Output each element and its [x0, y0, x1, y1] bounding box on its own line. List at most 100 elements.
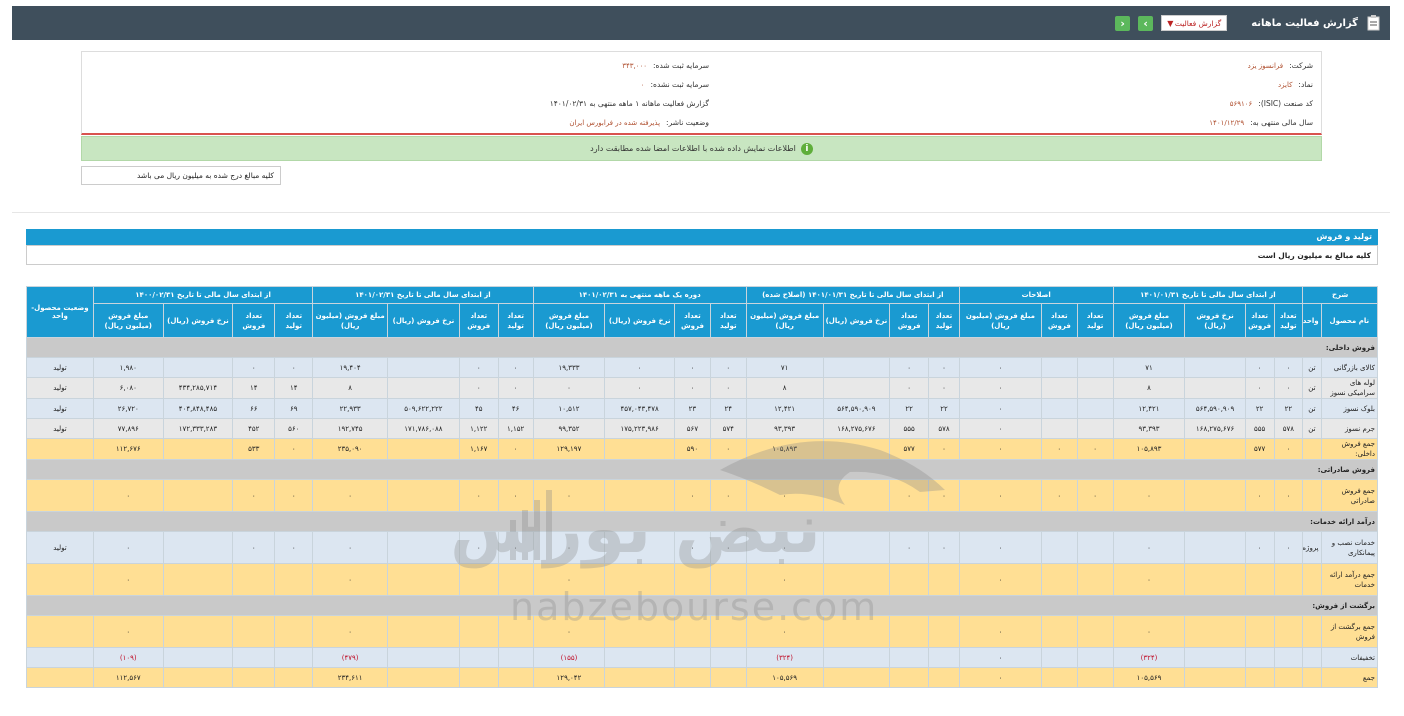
table-cell: ۰ [532, 531, 606, 564]
column-header: مبلغ فروش (میلیون ریال) [92, 303, 164, 338]
table-cell [604, 563, 676, 596]
table-cell [1184, 377, 1246, 399]
info-isic: کد صنعت (ISIC): ۵۶۹۱۰۶ [1229, 99, 1313, 108]
table-cell [1184, 531, 1246, 564]
table-cell: ۰ [274, 438, 314, 460]
table-cell [387, 438, 460, 460]
table-cell [822, 615, 891, 648]
table-cell: ۰ [312, 563, 389, 596]
table-cell [1076, 377, 1114, 399]
alert-text: اطلاعات نمایش داده شده با اطلاعات امضا ش… [590, 144, 796, 153]
table-cell [709, 563, 747, 596]
column-header: مبلغ فروش (میلیون ریال) [532, 303, 606, 338]
table-cell: ۱۱۲,۶۷۶ [92, 438, 164, 460]
table-cell [1076, 667, 1114, 688]
table-cell: ۰ [928, 438, 960, 460]
table-cell [1244, 647, 1275, 668]
column-header: تعداد فروش [458, 303, 499, 338]
table-cell: ۲۲ [1273, 398, 1304, 419]
product-name-cell: خدمات نصب و پیمانکاری [1320, 531, 1379, 564]
table-cell: ۰ [709, 479, 747, 512]
table-cell [1076, 647, 1114, 668]
table-cell [1184, 615, 1246, 648]
table-cell: ۶۶ [232, 398, 276, 419]
table-cell [458, 667, 499, 688]
table-cell: تولید [26, 357, 94, 378]
next-button[interactable]: › [1138, 15, 1154, 31]
column-header: مبلغ فروش (میلیون ریال) [745, 303, 824, 338]
table-cell: ۹۳,۳۹۳ [745, 418, 824, 439]
column-header: تعداد تولید [928, 303, 960, 338]
table-cell: ۰ [674, 531, 711, 564]
table-cell: ۲۲,۹۳۳ [312, 398, 389, 419]
table-cell: ۰ [1040, 438, 1078, 460]
product-name-cell: لوله های سرامیکی نسوز [1320, 377, 1379, 399]
table-cell: ۰ [92, 615, 164, 648]
table-cell: ۱۱۲,۵۶۷ [92, 667, 164, 688]
table-cell [1244, 563, 1275, 596]
table-cell: ۰ [1076, 438, 1114, 460]
product-name-cell: بلوک نسوز [1320, 398, 1379, 419]
table-cell [274, 667, 314, 688]
table-cell [162, 479, 234, 512]
table-cell: ۰ [958, 418, 1042, 439]
table-cell: ۲۴ [709, 398, 747, 419]
table-cell: ۱,۱۵۲ [497, 418, 534, 439]
table-cell: ۰ [1040, 479, 1078, 512]
table-cell: ۶۹ [274, 398, 314, 419]
table-cell: ۰ [709, 531, 747, 564]
table-cell: ۰ [232, 479, 276, 512]
group-header: از ابتدای سال مالی تا تاریخ ۱۴۰۰/۰۲/۳۱ [92, 286, 314, 304]
table-cell [1244, 667, 1275, 688]
table-cell: ۰ [92, 479, 164, 512]
table-cell: ۰ [458, 357, 499, 378]
table-cell [889, 615, 930, 648]
table-cell [387, 647, 460, 668]
table-cell [274, 563, 314, 596]
table-cell [162, 667, 234, 688]
product-name-cell: جمع برگشت از فروش [1320, 615, 1379, 648]
table-cell: ۱۰,۵۱۲ [532, 398, 606, 419]
table-cell: ۰ [1112, 479, 1186, 512]
table-cell: ۱۹,۳۳۳ [532, 357, 606, 378]
table-cell [674, 615, 711, 648]
table-cell [387, 531, 460, 564]
table-cell [387, 667, 460, 688]
table-cell [928, 563, 960, 596]
table-cell: ۱۲۹,۱۹۷ [532, 438, 606, 460]
table-cell: ۰ [497, 479, 534, 512]
product-name-cell: جمع فروش صادراتی [1320, 479, 1379, 512]
table-cell [26, 647, 94, 668]
info-unregistered-capital: سرمایه ثبت نشده: ۰ [640, 80, 709, 89]
product-name-cell: جرم نسوز [1320, 418, 1379, 439]
table-cell [1273, 667, 1304, 688]
table-cell: ۱۹۲,۷۴۵ [312, 418, 389, 439]
table-cell: ۵۷۷ [889, 438, 930, 460]
table-cell: ۰ [958, 531, 1042, 564]
table-cell: ۰ [497, 357, 534, 378]
info-icon: i [800, 142, 813, 155]
table-cell: ۰ [604, 357, 676, 378]
table-cell: ۱,۱۶۷ [458, 438, 499, 460]
table-cell: ۵۹۰ [674, 438, 711, 460]
table-cell: ۰ [958, 357, 1042, 378]
table-cell: ۱۲,۴۲۱ [745, 398, 824, 419]
table-cell: ۰ [745, 479, 824, 512]
report-type-select[interactable]: گزارش فعالیت ▼ [1161, 15, 1228, 31]
table-cell: ۰ [604, 377, 676, 399]
table-cell: ۴۵ [458, 398, 499, 419]
table-cell: ۴۵۷,۰۴۳,۴۷۸ [604, 398, 676, 419]
table-cell [497, 563, 534, 596]
table-cell: ۰ [497, 531, 534, 564]
table-cell [928, 615, 960, 648]
table-cell [889, 667, 930, 688]
previous-button[interactable]: ‹ [1115, 15, 1131, 31]
column-header: نام محصول [1320, 303, 1379, 338]
table-cell: ۰ [674, 377, 711, 399]
group-header: از ابتدای سال مالی تا تاریخ ۱۴۰۱/۰۱/۳۱ (… [745, 286, 960, 304]
select-value: گزارش فعالیت [1174, 18, 1222, 28]
table-cell: ۰ [497, 377, 534, 399]
column-header: نرخ فروش (ریال) [822, 303, 891, 338]
table-cell: ۱۰۵,۸۹۳ [745, 438, 824, 460]
table-cell: ۵۶۷ [674, 418, 711, 439]
